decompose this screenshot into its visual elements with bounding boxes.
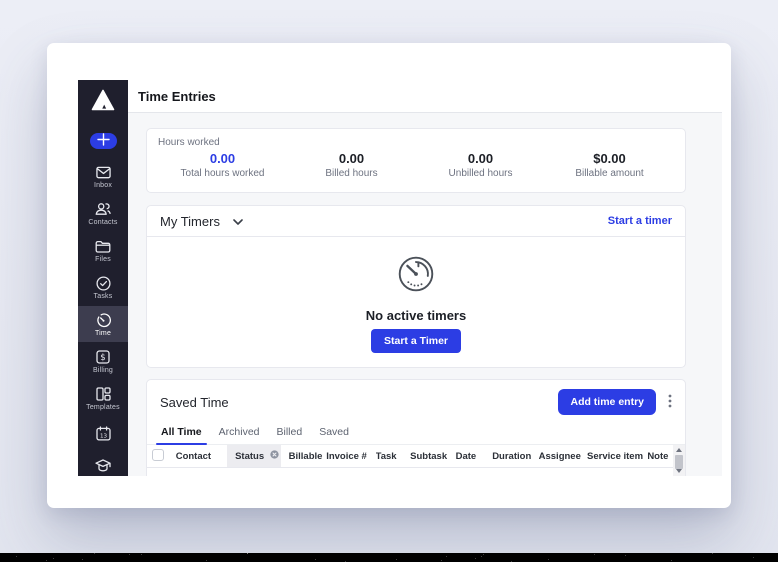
stat-billed-hours: 0.00 Billed hours bbox=[287, 151, 416, 179]
triangle-logo-icon bbox=[91, 89, 115, 116]
column-task[interactable]: Task bbox=[376, 451, 411, 462]
glitch-noise-strip bbox=[0, 553, 778, 562]
files-folder-icon bbox=[95, 238, 111, 254]
column-assignee[interactable]: Assignee bbox=[539, 451, 587, 462]
x-circle-icon[interactable] bbox=[270, 450, 279, 462]
column-billable[interactable]: Billable bbox=[281, 451, 327, 462]
billing-dollar-icon: $ bbox=[95, 349, 111, 365]
scrollbar-thumb[interactable] bbox=[675, 455, 683, 469]
scroll-down-arrow-icon[interactable] bbox=[676, 469, 682, 473]
column-service-item[interactable]: Service item bbox=[587, 451, 647, 462]
chevron-down-icon[interactable] bbox=[233, 212, 243, 230]
saved-time-card: Saved Time Add time entry All Time Archi… bbox=[146, 379, 686, 476]
sidebar-item-contacts[interactable]: Contacts bbox=[78, 195, 128, 231]
content-area: Hours worked 0.00 Total hours worked 0.0… bbox=[128, 113, 722, 476]
create-new-button[interactable] bbox=[89, 133, 117, 149]
contacts-people-icon bbox=[95, 201, 111, 217]
timer-stopwatch-icon bbox=[393, 251, 439, 302]
table-header-row: Contact Status Billable Invoice # Task S… bbox=[147, 445, 685, 468]
inbox-envelope-icon bbox=[95, 164, 111, 180]
stat-value: $0.00 bbox=[593, 151, 626, 166]
start-timer-button[interactable]: Start a Timer bbox=[371, 329, 461, 353]
stat-label: Billable amount bbox=[575, 168, 644, 179]
select-all-cell bbox=[152, 448, 176, 464]
page-title: Time Entries bbox=[138, 88, 216, 104]
time-clock-icon bbox=[95, 312, 111, 328]
column-status-label: Status bbox=[235, 450, 265, 462]
app-screenshot: Inbox Contacts Files Tasks Time $ Billin… bbox=[78, 80, 722, 476]
my-timers-dropdown[interactable]: My Timers bbox=[160, 212, 243, 230]
main-area: Time Entries Hours worked 0.00 Total hou… bbox=[128, 80, 722, 476]
sidebar-item-label: Templates bbox=[86, 404, 120, 411]
select-all-checkbox[interactable] bbox=[152, 448, 164, 461]
tasks-check-circle-icon bbox=[95, 275, 111, 291]
column-status[interactable]: Status bbox=[227, 445, 281, 467]
stat-label: Unbilled hours bbox=[448, 168, 513, 179]
tab-billed[interactable]: Billed bbox=[276, 421, 304, 444]
sidebar-nav: Inbox Contacts Files Tasks Time $ Billin… bbox=[78, 158, 128, 476]
sidebar-item-inbox[interactable]: Inbox bbox=[78, 158, 128, 194]
column-invoice[interactable]: Invoice # bbox=[326, 451, 375, 462]
my-timers-empty-state: No active timers Start a Timer bbox=[147, 237, 685, 367]
svg-text:$: $ bbox=[100, 353, 105, 363]
sidebar-item-learn[interactable] bbox=[78, 450, 128, 476]
saved-time-title: Saved Time bbox=[160, 394, 229, 410]
kebab-menu-icon bbox=[668, 394, 672, 411]
graduation-cap-icon bbox=[95, 458, 111, 474]
add-time-entry-button[interactable]: Add time entry bbox=[558, 389, 656, 415]
column-subtask[interactable]: Subtask bbox=[410, 451, 455, 462]
stat-label: Total hours worked bbox=[180, 168, 265, 179]
my-timers-card: My Timers Start a timer No active timers… bbox=[146, 205, 686, 368]
sidebar-item-files[interactable]: Files bbox=[78, 232, 128, 268]
kebab-menu-button[interactable] bbox=[666, 392, 674, 413]
tab-all-time[interactable]: All Time bbox=[156, 421, 207, 445]
plus-icon bbox=[96, 133, 110, 149]
start-timer-link[interactable]: Start a timer bbox=[608, 215, 672, 227]
saved-time-header: Saved Time Add time entry bbox=[147, 380, 685, 419]
sidebar: Inbox Contacts Files Tasks Time $ Billin… bbox=[78, 80, 128, 476]
calendar-icon: 13 bbox=[95, 425, 111, 441]
stat-value: 0.00 bbox=[338, 151, 365, 166]
saved-time-tabs: All Time Archived Billed Saved bbox=[147, 419, 685, 445]
column-note[interactable]: Note bbox=[647, 451, 673, 462]
column-duration[interactable]: Duration bbox=[492, 451, 538, 462]
column-date[interactable]: Date bbox=[456, 451, 493, 462]
my-timers-title: My Timers bbox=[160, 213, 220, 229]
sidebar-item-label: Tasks bbox=[93, 293, 113, 300]
stat-total-hours: 0.00 Total hours worked bbox=[158, 151, 287, 179]
sidebar-item-calendar[interactable]: 13 bbox=[78, 417, 128, 449]
sidebar-item-label: Inbox bbox=[93, 182, 113, 189]
my-timers-header: My Timers Start a timer bbox=[147, 206, 685, 237]
sidebar-item-label: Contacts bbox=[88, 219, 118, 226]
templates-layout-icon bbox=[95, 386, 111, 402]
sidebar-item-label: Time bbox=[94, 330, 112, 337]
stat-unbilled-hours: 0.00 Unbilled hours bbox=[416, 151, 545, 179]
scroll-up-arrow-icon[interactable] bbox=[676, 448, 682, 452]
sidebar-item-billing[interactable]: $ Billing bbox=[78, 343, 128, 379]
svg-text:13: 13 bbox=[99, 433, 107, 439]
hours-worked-card: Hours worked 0.00 Total hours worked 0.0… bbox=[146, 128, 686, 193]
desktop-background: Inbox Contacts Files Tasks Time $ Billin… bbox=[0, 0, 778, 562]
table-scrollbar[interactable] bbox=[673, 445, 685, 476]
sidebar-item-tasks[interactable]: Tasks bbox=[78, 269, 128, 305]
tab-archived[interactable]: Archived bbox=[218, 421, 261, 444]
app-window-card: Inbox Contacts Files Tasks Time $ Billin… bbox=[47, 43, 731, 508]
stat-value: 0.00 bbox=[467, 151, 494, 166]
stat-billable-amount: $0.00 Billable amount bbox=[545, 151, 674, 179]
tab-saved[interactable]: Saved bbox=[318, 421, 350, 444]
sidebar-item-time[interactable]: Time bbox=[78, 306, 128, 342]
saved-time-table: Contact Status Billable Invoice # Task S… bbox=[147, 445, 685, 476]
column-contact[interactable]: Contact bbox=[176, 451, 227, 462]
stat-value: 0.00 bbox=[209, 151, 236, 166]
sidebar-item-label: Files bbox=[95, 256, 111, 263]
page-header: Time Entries bbox=[128, 80, 722, 113]
stats-row: 0.00 Total hours worked 0.00 Billed hour… bbox=[158, 151, 674, 179]
app-logo[interactable] bbox=[88, 89, 118, 116]
sidebar-item-label: Billing bbox=[92, 367, 114, 374]
saved-time-actions: Add time entry bbox=[558, 389, 674, 415]
sidebar-item-templates[interactable]: Templates bbox=[78, 380, 128, 416]
hours-worked-caption: Hours worked bbox=[158, 137, 220, 148]
no-active-timers-text: No active timers bbox=[365, 308, 467, 323]
stat-label: Billed hours bbox=[325, 168, 378, 179]
